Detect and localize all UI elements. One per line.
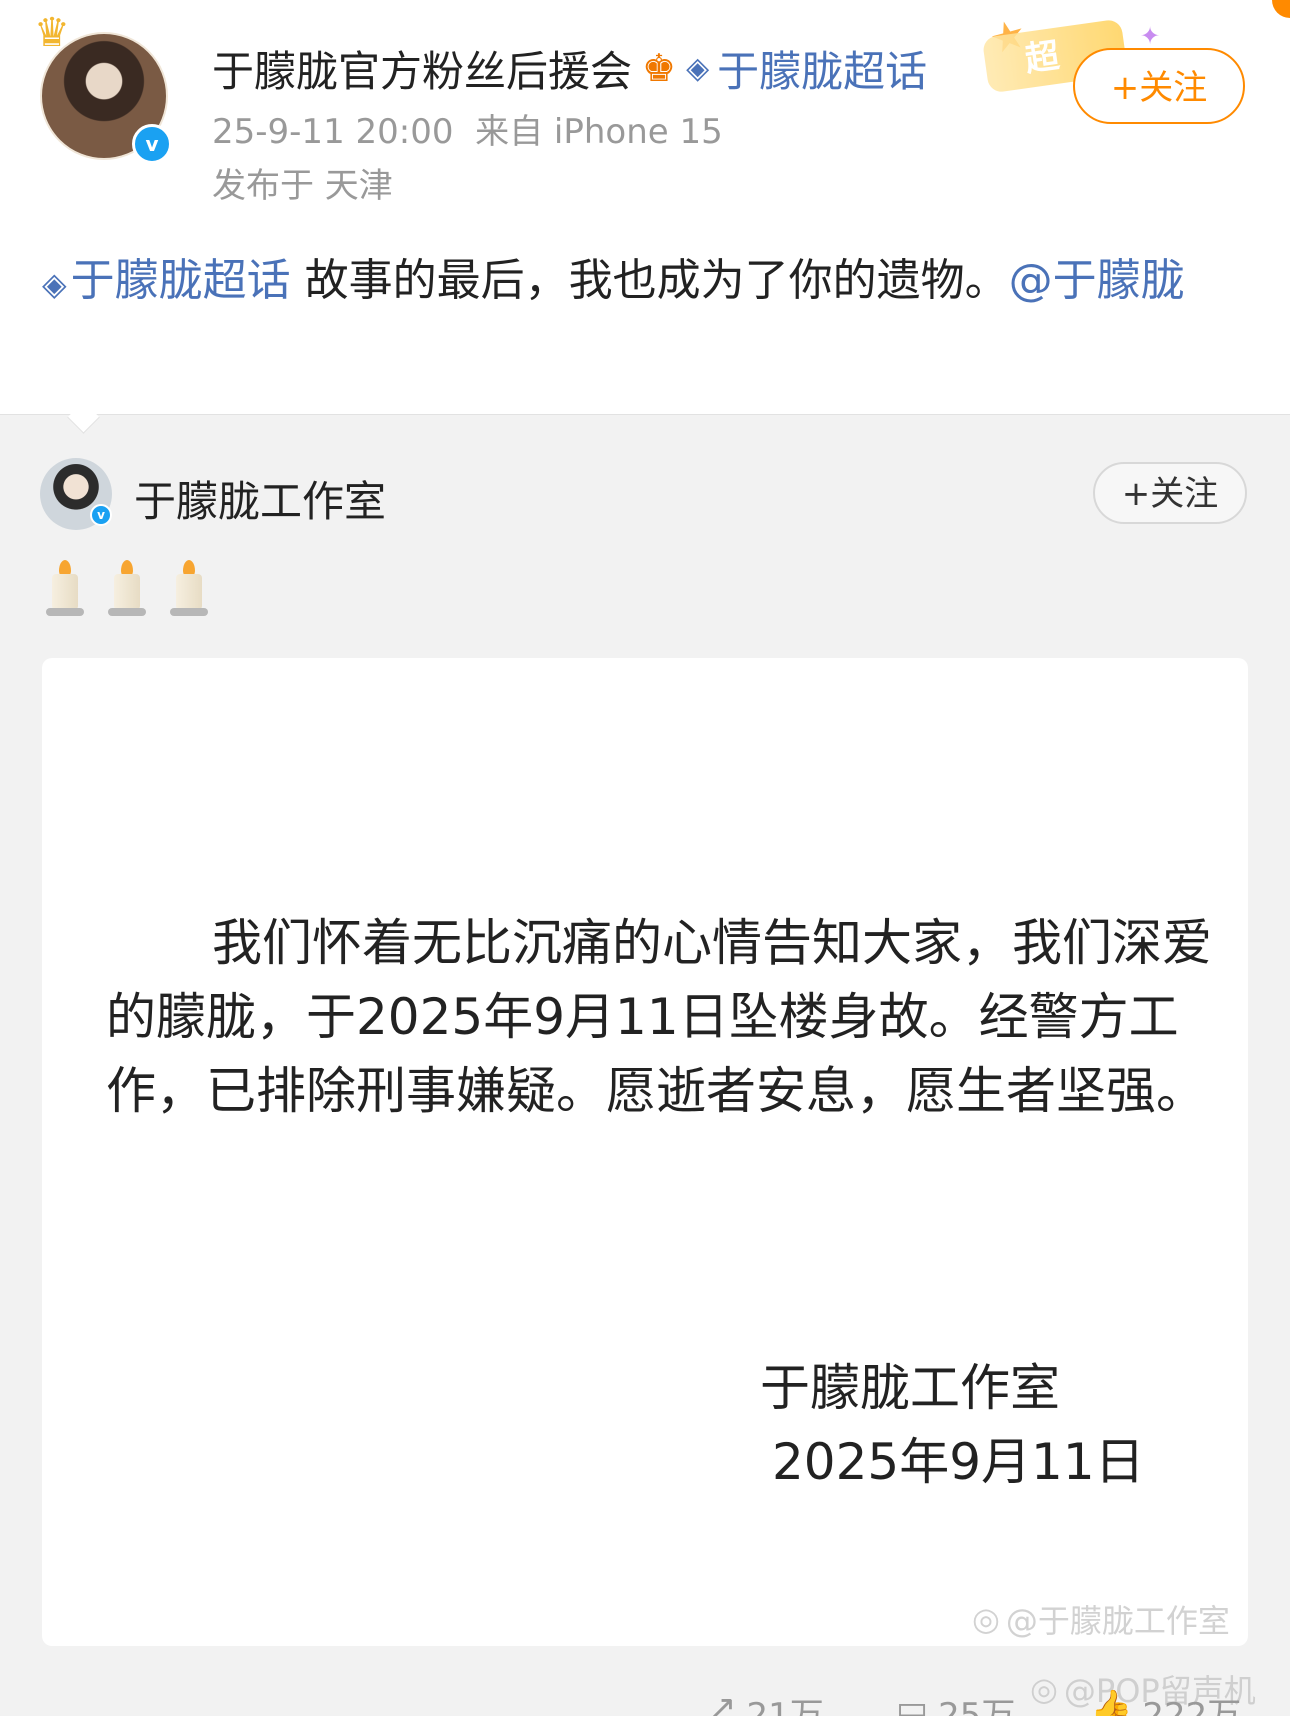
- image-watermark: ◎ @于朦胧工作室: [972, 1596, 1230, 1642]
- statement-signature: 于朦胧工作室: [760, 1359, 1060, 1417]
- candle-emojis: [46, 560, 208, 616]
- share-count: 21万: [746, 1696, 824, 1716]
- sparkle-icon: ✦: [1140, 22, 1161, 50]
- mention-link[interactable]: @于朦胧: [1009, 255, 1185, 306]
- repost-follow-button[interactable]: +关注: [1093, 462, 1247, 524]
- statement-text: 我们怀着无比沉痛的心情告知大家，我们深爱的朦胧，于2025年9月11日坠楼身故。…: [106, 914, 1212, 1120]
- poster-username[interactable]: 于朦胧官方粉丝后援会: [212, 38, 632, 99]
- statement-image[interactable]: 我们怀着无比沉痛的心情告知大家，我们深爱的朦胧，于2025年9月11日坠楼身故。…: [42, 658, 1248, 1646]
- comment-count: 25万: [938, 1696, 1016, 1716]
- post-location: 发布于 天津: [212, 166, 393, 206]
- diamond-icon: ◈: [42, 265, 67, 303]
- statement-date: 2025年9月11日: [772, 1433, 1145, 1491]
- super-badge-label: 超: [1022, 35, 1062, 80]
- original-post-card: ♛ v 于朦胧官方粉丝后援会 ♚ ◈ 于朦胧超话 ★ 超 ✦ +关注 25-9-…: [0, 0, 1290, 415]
- follow-button[interactable]: +关注: [1073, 48, 1245, 124]
- repost-username[interactable]: 于朦胧工作室: [134, 468, 386, 529]
- post-body: 故事的最后，我也成为了你的遗物。: [290, 255, 1009, 306]
- repost-avatar-wrap[interactable]: v: [40, 458, 114, 532]
- like-icon: 👍: [1090, 1688, 1133, 1716]
- diamond-icon: ◈: [686, 50, 710, 86]
- post-text: ◈于朦胧超话 故事的最后，我也成为了你的遗物。@于朦胧: [42, 246, 1252, 319]
- comment-icon: ▭: [896, 1688, 929, 1716]
- crown-badge-icon[interactable]: ♚: [642, 46, 676, 90]
- verified-icon: v: [132, 124, 172, 164]
- like-count: 222万: [1142, 1696, 1242, 1716]
- corner-decoration: [1272, 0, 1290, 18]
- share-icon: ↗: [708, 1688, 737, 1716]
- image-watermark-label: @于朦胧工作室: [1005, 1602, 1230, 1640]
- poster-avatar-wrap[interactable]: ♛ v: [34, 10, 172, 164]
- topic-link[interactable]: ◈ 于朦胧超话: [686, 38, 927, 99]
- weibo-icon: ◎: [972, 1600, 1000, 1638]
- topic-link-label: 于朦胧超话: [717, 46, 928, 96]
- candle-icon: [108, 560, 146, 616]
- post-topic-link[interactable]: ◈于朦胧超话: [42, 255, 291, 306]
- action-bar: ↗ 21万 ▭ 25万 👍 222万: [0, 1688, 1290, 1716]
- candle-icon: [46, 560, 84, 616]
- candle-icon: [170, 560, 208, 616]
- crown-icon: ♛: [34, 10, 70, 56]
- post-time-source: 25-9-11 20:00 来自 iPhone 15: [212, 112, 723, 152]
- poster-header: 于朦胧官方粉丝后援会 ♚ ◈ 于朦胧超话: [212, 38, 927, 98]
- share-button[interactable]: ↗ 21万: [708, 1688, 824, 1716]
- like-button[interactable]: 👍 222万: [1090, 1688, 1241, 1716]
- post-topic-label: 于朦胧超话: [70, 255, 291, 306]
- comment-button[interactable]: ▭ 25万: [896, 1688, 1015, 1716]
- verified-icon: v: [90, 504, 112, 526]
